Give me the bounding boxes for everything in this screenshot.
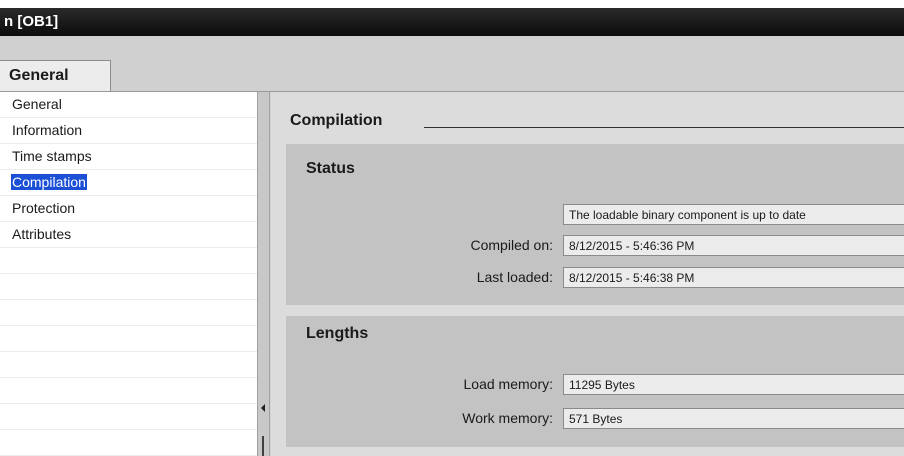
work-memory-field: 571 Bytes [563, 408, 904, 429]
title-bar: n [OB1] [0, 0, 904, 36]
nav-empty-row [0, 430, 257, 456]
nav-item-label: Compilation [11, 174, 87, 190]
nav-item-label: Protection [12, 200, 76, 216]
nav-item-label: Attributes [12, 226, 72, 242]
nav-item-label: General [12, 96, 62, 112]
nav-item-label: Time stamps [12, 148, 92, 164]
nav-item-label: Information [12, 122, 83, 138]
last-loaded-label: Last loaded: [476, 269, 553, 285]
navigation-list: General Information Time stamps Compilat… [0, 92, 257, 456]
nav-item-attributes[interactable]: Attributes [0, 222, 257, 248]
status-group-title: Status [306, 160, 355, 177]
tab-general-label: General [9, 67, 69, 84]
tab-strip: General [0, 36, 904, 92]
tab-general[interactable]: General [0, 60, 111, 91]
last-loaded-field: 8/12/2015 - 5:46:38 PM [563, 267, 904, 288]
status-message-field: The loadable binary component is up to d… [563, 204, 904, 225]
collapse-left-icon[interactable] [261, 404, 265, 412]
nav-empty-row [0, 248, 257, 274]
compiled-on-field: 8/12/2015 - 5:46:36 PM [563, 235, 904, 256]
nav-empty-row [0, 326, 257, 352]
nav-item-general[interactable]: General [0, 92, 257, 118]
work-memory-label: Work memory: [462, 410, 553, 426]
nav-empty-row [0, 378, 257, 404]
nav-empty-row [0, 300, 257, 326]
load-memory-field: 11295 Bytes [563, 374, 904, 395]
nav-item-information[interactable]: Information [0, 118, 257, 144]
compiled-on-label: Compiled on: [470, 237, 554, 253]
nav-item-time-stamps[interactable]: Time stamps [0, 144, 257, 170]
panel-splitter[interactable] [257, 92, 270, 456]
nav-empty-row [0, 404, 257, 430]
nav-item-compilation[interactable]: Compilation [0, 170, 257, 196]
section-divider [424, 127, 904, 128]
load-memory-label: Load memory: [463, 376, 553, 392]
lengths-group-title: Lengths [306, 325, 369, 342]
section-heading-compilation: Compilation [290, 112, 383, 129]
nav-empty-row [0, 274, 257, 300]
window-title: n [OB1] [4, 13, 59, 30]
splitter-handle[interactable] [262, 436, 264, 456]
nav-empty-row [0, 352, 257, 378]
nav-item-protection[interactable]: Protection [0, 196, 257, 222]
